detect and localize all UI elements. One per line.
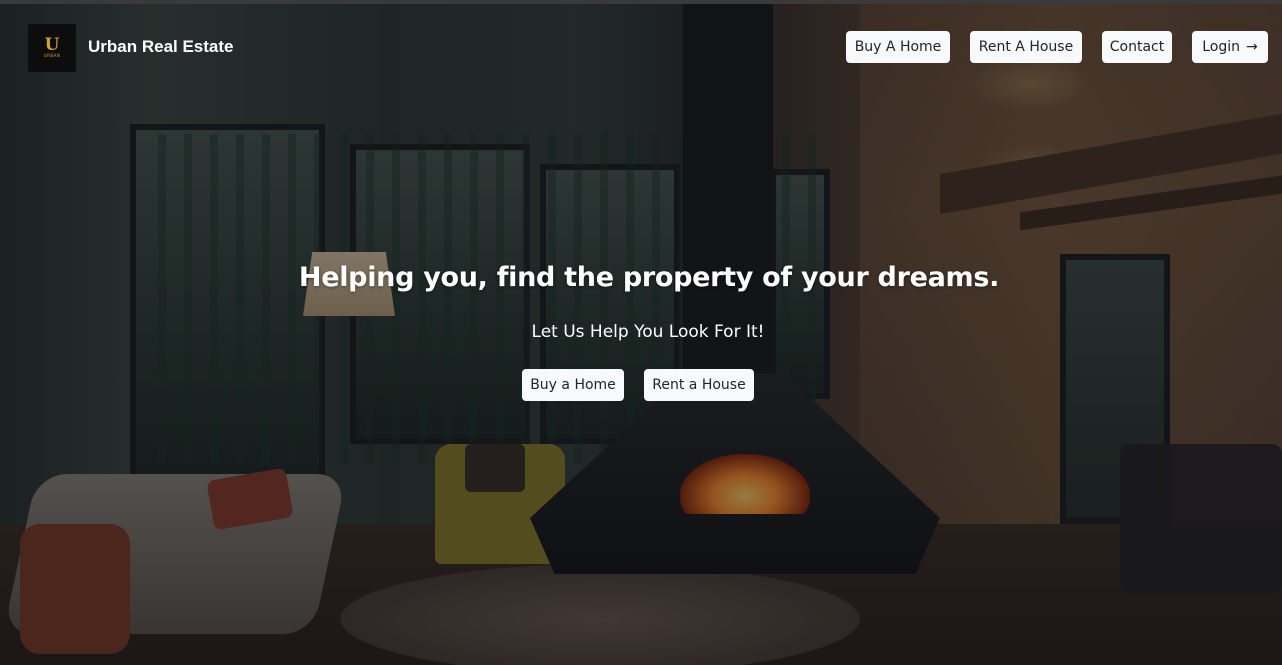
- brand-logo[interactable]: U URBAN: [28, 24, 76, 72]
- nav-buy-home-button[interactable]: Buy A Home: [846, 31, 950, 63]
- logo-subtext: URBAN: [43, 53, 61, 58]
- hero-rent-house-button[interactable]: Rent a House: [644, 369, 754, 401]
- nav-contact-label: Contact: [1109, 39, 1165, 55]
- arrow-right-icon: →: [1246, 39, 1258, 55]
- navbar: U URBAN Urban Real Estate Buy A Home Ren…: [0, 4, 1282, 96]
- nav-rent-house-button[interactable]: Rent A House: [970, 31, 1082, 63]
- hero-subheadline: Let Us Help You Look For It!: [531, 322, 765, 342]
- hero-rent-house-label: Rent a House: [652, 377, 746, 393]
- hero-buy-home-button[interactable]: Buy a Home: [522, 369, 624, 401]
- nav-buy-home-label: Buy A Home: [854, 39, 942, 55]
- logo-mark: U: [44, 35, 60, 55]
- nav-contact-button[interactable]: Contact: [1102, 31, 1172, 63]
- hero-section: U URBAN Urban Real Estate Buy A Home Ren…: [0, 0, 1282, 665]
- nav-login-button[interactable]: Login →: [1192, 31, 1268, 63]
- brand-name[interactable]: Urban Real Estate: [88, 37, 234, 57]
- nav-login-label: Login: [1202, 39, 1241, 55]
- hero-headline: Helping you, find the property of your d…: [298, 262, 1000, 293]
- hero-buy-home-label: Buy a Home: [530, 377, 616, 393]
- nav-rent-house-label: Rent A House: [978, 39, 1074, 55]
